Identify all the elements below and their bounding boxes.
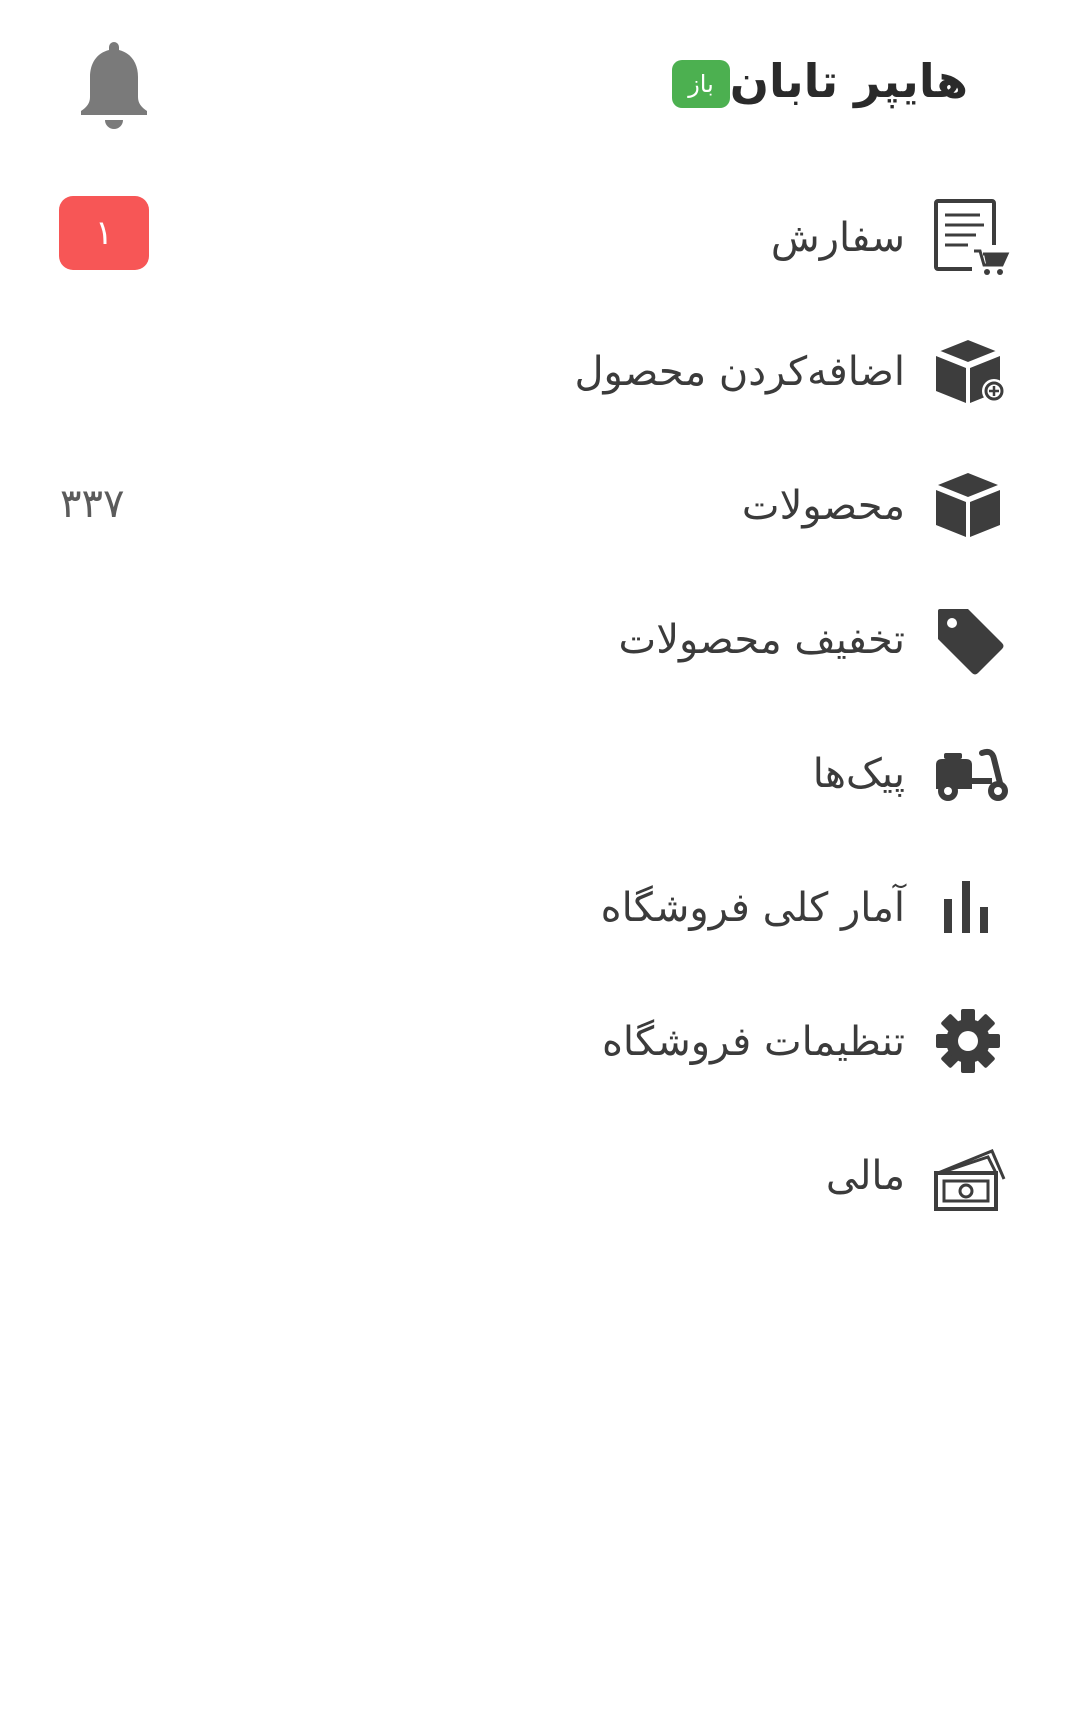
gear-icon xyxy=(930,999,1010,1083)
order-cart-icon xyxy=(930,195,1010,279)
menu-item-statistics[interactable]: آمار کلی فروشگاه xyxy=(0,840,1080,974)
tag-icon xyxy=(930,597,1010,681)
menu-item-orders[interactable]: سفارش ۱ xyxy=(0,170,1080,304)
notifications-button[interactable] xyxy=(78,40,150,130)
menu-item-finance[interactable]: مالی xyxy=(0,1108,1080,1242)
box-add-icon xyxy=(930,329,1010,413)
store-status-badge: باز xyxy=(672,60,730,108)
menu-item-label: آمار کلی فروشگاه xyxy=(601,880,905,936)
bell-icon xyxy=(78,40,150,130)
menu-item-settings[interactable]: تنظیمات فروشگاه xyxy=(0,974,1080,1108)
scooter-icon xyxy=(930,731,1010,815)
header: هایپر تابان باز xyxy=(0,0,1080,170)
menu-item-label: محصولات xyxy=(742,478,905,534)
bar-chart-icon xyxy=(930,865,1010,949)
menu-item-label: اضافه‌کردن محصول xyxy=(574,344,905,400)
menu-item-label: تنظیمات فروشگاه xyxy=(602,1014,905,1070)
menu-item-couriers[interactable]: پیک‌ها xyxy=(0,706,1080,840)
menu-item-label: پیک‌ها xyxy=(813,746,905,802)
store-menu-page: هایپر تابان باز xyxy=(0,0,1080,1720)
menu-item-label: تخفیف محصولات xyxy=(619,612,905,668)
money-icon xyxy=(930,1133,1010,1217)
menu-item-label: مالی xyxy=(826,1148,905,1204)
menu-item-add-product[interactable]: اضافه‌کردن محصول xyxy=(0,304,1080,438)
menu-item-discounts[interactable]: تخفیف محصولات xyxy=(0,572,1080,706)
menu-item-products[interactable]: محصولات ۳۳۷ xyxy=(0,438,1080,572)
main-menu: سفارش ۱ اضافه‌کردن محصول xyxy=(0,170,1080,1242)
box-icon xyxy=(930,463,1010,547)
menu-item-label: سفارش xyxy=(771,210,905,266)
orders-count-badge: ۱ xyxy=(59,196,149,270)
store-name: هایپر تابان xyxy=(730,54,968,108)
products-count: ۳۳۷ xyxy=(60,476,124,532)
